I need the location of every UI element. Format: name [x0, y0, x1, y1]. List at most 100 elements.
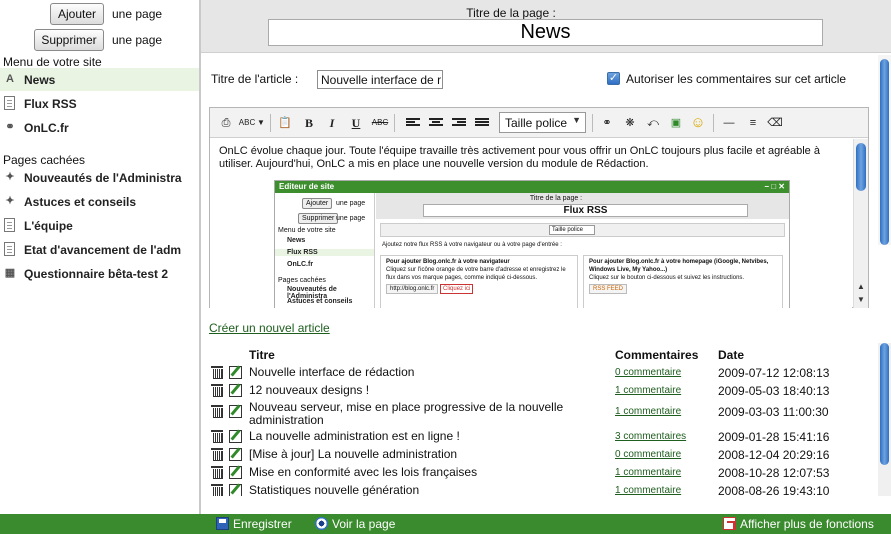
sidebar-item-astuces[interactable]: ✦ Astuces et conseils	[0, 190, 199, 213]
eye-icon	[315, 517, 328, 530]
save-button[interactable]: Enregistrer	[216, 517, 292, 531]
articles-scroll-thumb[interactable]	[880, 343, 889, 465]
embedded-title-block: Titre de la page : Flux RSS	[376, 193, 789, 219]
align-center-icon[interactable]	[429, 118, 443, 128]
bold-icon[interactable]: B	[300, 114, 318, 132]
comments-link[interactable]: 1 commentaire	[615, 467, 681, 478]
embedded-rss-button: RSS FEED	[589, 284, 628, 294]
article-title[interactable]: [Mise à jour] La nouvelle administration	[249, 448, 599, 461]
scroll-down-icon[interactable]: ▼	[857, 295, 865, 304]
edit-icon[interactable]	[229, 384, 242, 397]
document-icon	[4, 242, 15, 256]
horizontal-rule-icon[interactable]: —	[720, 114, 738, 132]
paste-icon[interactable]: 📋	[276, 114, 294, 132]
sidebar-item-nouveautes[interactable]: ✦ Nouveautés de l'Administra	[0, 166, 199, 189]
article-title-input[interactable]: Nouvelle interface de r	[317, 70, 443, 89]
main-scroll-thumb[interactable]	[880, 59, 889, 245]
sidebar-item-etat[interactable]: Etat d'avancement de l'adm	[0, 238, 199, 261]
main-scrollbar[interactable]	[878, 55, 891, 245]
spellcheck-icon[interactable]: ABC	[238, 114, 256, 132]
sidebar-item-equipe[interactable]: L'équipe	[0, 214, 199, 237]
comments-link[interactable]: 0 commentaire	[615, 449, 681, 460]
trash-icon[interactable]	[211, 430, 223, 443]
eraser-icon[interactable]: ⌫	[766, 114, 784, 132]
justify-icon[interactable]	[475, 118, 489, 128]
embedded-hidden-title: Pages cachées	[278, 277, 326, 284]
unlink-icon[interactable]: ❋	[621, 114, 639, 132]
edit-icon[interactable]	[229, 430, 242, 443]
comments-link[interactable]: 3 commentaires	[615, 431, 686, 442]
sidebar-item-news[interactable]: A News	[0, 68, 199, 91]
align-left-icon[interactable]	[406, 118, 420, 128]
article-title[interactable]: Nouveau serveur, mise en place progressi…	[249, 401, 599, 427]
article-title[interactable]: 12 nouveaux designs !	[249, 384, 599, 397]
comments-link[interactable]: 0 commentaire	[615, 367, 681, 378]
font-size-select[interactable]: Taille police ▼	[499, 112, 586, 133]
sidebar-item-flux-rss[interactable]: Flux RSS	[0, 92, 199, 115]
edit-icon[interactable]	[229, 466, 242, 479]
embedded-main: Titre de la page : Flux RSS Taille polic…	[376, 193, 789, 308]
allow-comments-checkbox[interactable]: ✓	[607, 72, 620, 85]
article-title[interactable]: La nouvelle administration est en ligne …	[249, 430, 599, 443]
embedded-delete-suffix: une page	[336, 215, 366, 222]
link-icon[interactable]: ⚭	[598, 114, 616, 132]
embedded-hidden-item: Astuces et conseils	[287, 298, 353, 305]
strikethrough-icon[interactable]: ABC	[371, 114, 389, 132]
comments-link[interactable]: 1 commentaire	[615, 406, 681, 417]
embedded-box1-hint: Cliquez ici	[440, 284, 474, 294]
sidebar-item-questionnaire[interactable]: ▦ Questionnaire bêta-test 2	[0, 262, 199, 285]
underline-icon[interactable]: U	[347, 114, 365, 132]
edit-icon[interactable]	[229, 366, 242, 379]
embedded-screenshot: Editeur de site − □ ✕ Ajouter une page S…	[274, 180, 790, 308]
create-article-link[interactable]: Créer un nouvel article	[209, 321, 330, 335]
delete-page-button[interactable]: Supprimer	[34, 29, 104, 51]
trash-icon[interactable]	[211, 384, 223, 397]
article-title[interactable]: Nouvelle interface de rédaction	[249, 366, 599, 379]
image-icon[interactable]: ▣	[667, 114, 685, 132]
italic-icon[interactable]: I	[323, 114, 341, 132]
attachment-icon[interactable]: ⤺	[644, 114, 662, 132]
comments-link[interactable]: 1 commentaire	[615, 485, 681, 496]
more-functions-button[interactable]: Afficher plus de fonctions	[723, 517, 874, 531]
edit-icon[interactable]	[229, 405, 242, 418]
embedded-title-input: Flux RSS	[423, 204, 748, 217]
trash-icon[interactable]	[211, 466, 223, 479]
editor-content[interactable]: OnLC évolue chaque jour. Toute l'équipe …	[210, 139, 852, 308]
main-panel: Titre de la page : News Titre de l'artic…	[201, 0, 891, 514]
trash-icon[interactable]	[211, 448, 223, 461]
chevron-down-icon[interactable]: ▼	[257, 114, 265, 132]
add-page-button[interactable]: Ajouter	[50, 3, 104, 25]
document-icon	[4, 96, 15, 110]
sidebar-item-label: Flux RSS	[24, 97, 77, 111]
header-date: Date	[718, 348, 745, 362]
link-icon: ⚭	[5, 121, 15, 133]
save-label: Enregistrer	[233, 517, 292, 531]
page-title-input[interactable]: News	[268, 19, 823, 46]
list-icon[interactable]: ≡	[744, 114, 762, 132]
align-right-icon[interactable]	[452, 118, 466, 128]
embedded-box1-title: Pour ajouter Blog.onlc.fr à votre naviga…	[386, 259, 510, 265]
article-title[interactable]: Statistiques nouvelle génération	[249, 484, 599, 497]
sidebar-item-label: Nouveautés de l'Administra	[24, 171, 182, 185]
scroll-up-icon[interactable]: ▲	[857, 282, 865, 291]
view-page-button[interactable]: Voir la page	[315, 517, 395, 531]
trash-icon[interactable]	[211, 405, 223, 418]
sidebar: Ajouter une page Supprimer une page Menu…	[0, 0, 199, 514]
editor-scroll-thumb[interactable]	[856, 143, 866, 191]
editor-scrollbar[interactable]: ▲ ▼	[853, 139, 868, 308]
smiley-icon[interactable]: ☺	[689, 114, 707, 132]
articles-scrollbar[interactable]	[878, 343, 891, 496]
article-title[interactable]: Mise en conformité avec les lois françai…	[249, 466, 599, 479]
view-page-label: Voir la page	[332, 517, 396, 531]
embedded-font-size: Taille police	[549, 225, 595, 235]
edit-icon[interactable]	[229, 484, 242, 496]
embedded-add-button: Ajouter	[302, 198, 333, 209]
trash-icon[interactable]	[211, 484, 223, 496]
print-icon[interactable]: ⎙	[217, 114, 235, 132]
toolbar-separator	[270, 114, 271, 132]
edit-icon[interactable]	[229, 448, 242, 461]
comments-link[interactable]: 1 commentaire	[615, 385, 681, 396]
sidebar-item-onlc[interactable]: ⚭ OnLC.fr	[0, 116, 199, 139]
trash-icon[interactable]	[211, 366, 223, 379]
embedded-window-title-text: Editeur de site	[279, 182, 335, 191]
